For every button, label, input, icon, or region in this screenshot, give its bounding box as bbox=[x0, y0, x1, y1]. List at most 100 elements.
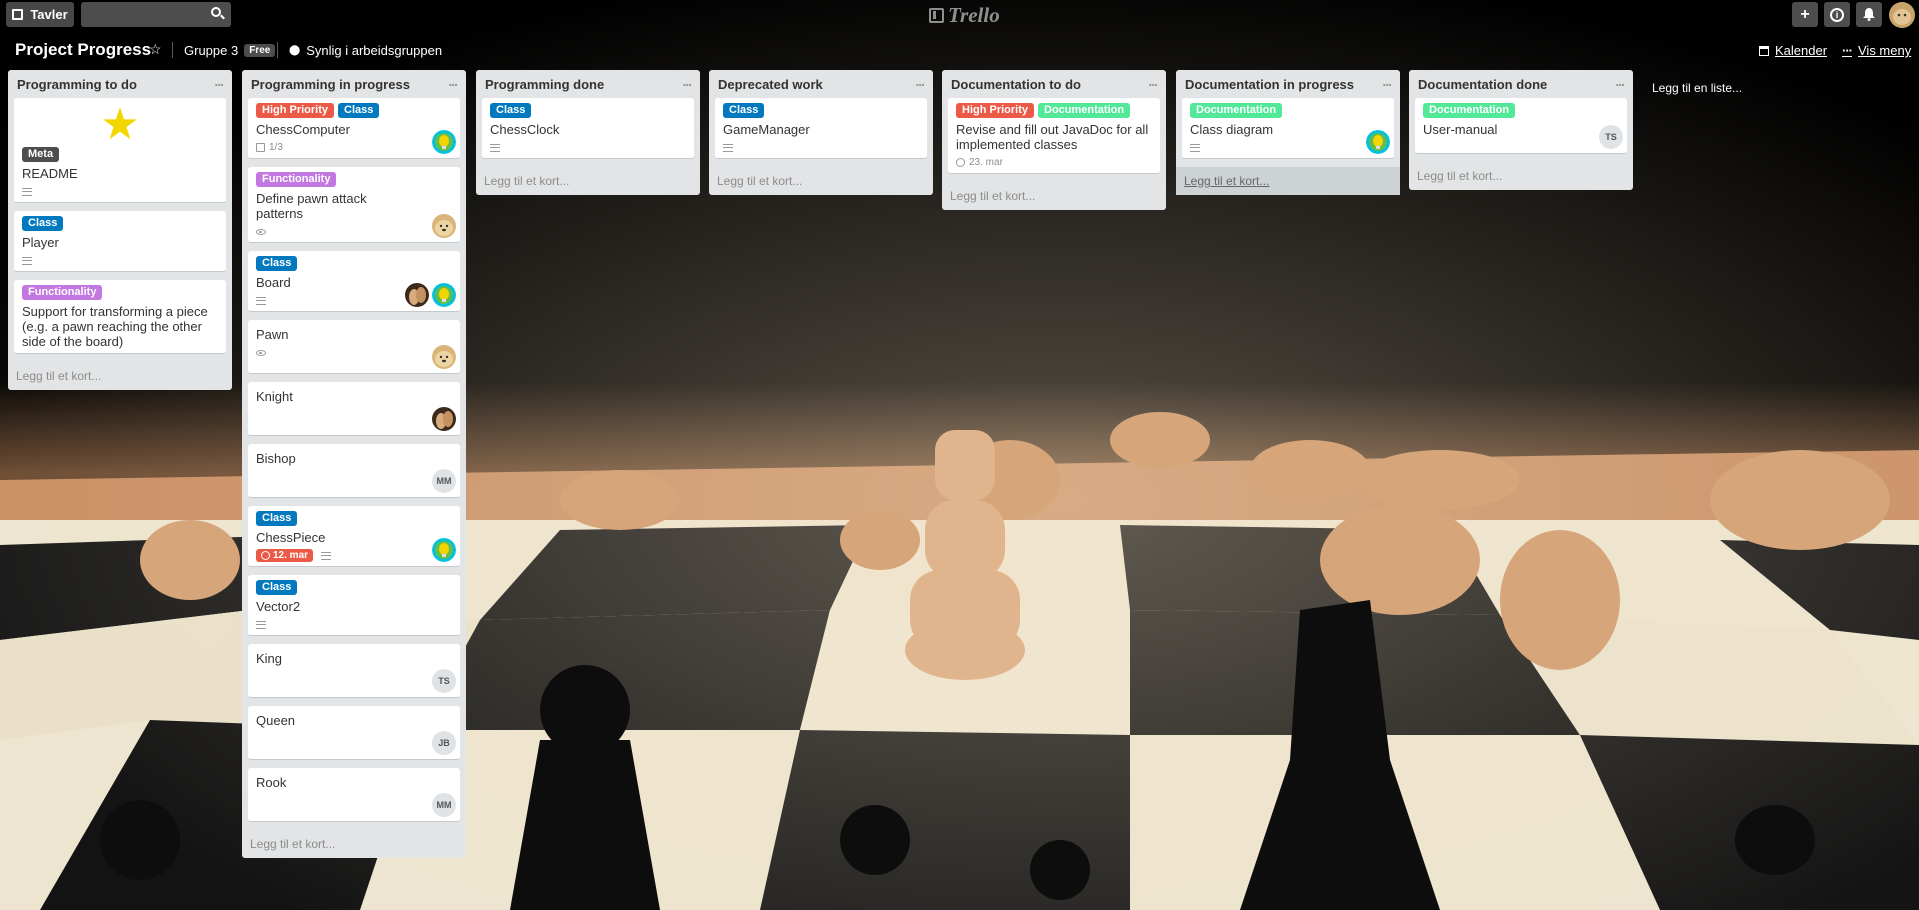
member-avatar[interactable] bbox=[432, 283, 456, 307]
card[interactable]: Documentation Class diagram bbox=[1182, 98, 1394, 159]
card-title: User-manual bbox=[1423, 122, 1498, 137]
member-avatar[interactable] bbox=[432, 407, 456, 431]
card[interactable]: Queen JB bbox=[248, 706, 460, 760]
board-title[interactable]: Project Progress bbox=[15, 40, 151, 60]
card[interactable]: Class Vector2 bbox=[248, 575, 460, 636]
card[interactable]: Bishop MM bbox=[248, 444, 460, 498]
member-initials[interactable]: TS bbox=[432, 669, 456, 693]
list-title[interactable]: Programming to do bbox=[17, 77, 137, 92]
card-label: Class bbox=[22, 216, 64, 231]
team-button[interactable]: Gruppe 3 Free bbox=[184, 43, 276, 58]
card-members: MM bbox=[432, 793, 456, 817]
member-avatar-me[interactable] bbox=[1889, 2, 1915, 28]
list-title[interactable]: Programming in progress bbox=[251, 77, 410, 92]
member-avatar[interactable] bbox=[432, 538, 456, 562]
list[interactable]: Documentation to do... High Priority Docum… bbox=[942, 70, 1166, 210]
card-labels: Class bbox=[490, 103, 686, 118]
team-name: Gruppe 3 bbox=[184, 43, 239, 58]
list-menu-icon[interactable]: ... bbox=[214, 74, 224, 94]
card[interactable]: Functionality Define pawn attack patterns bbox=[248, 167, 460, 243]
list[interactable]: Documentation done... Documentation User-m… bbox=[1409, 70, 1633, 190]
list-menu-icon[interactable]: ... bbox=[915, 74, 925, 94]
member-avatar[interactable] bbox=[432, 130, 456, 154]
member-avatar[interactable] bbox=[432, 345, 456, 369]
list-title[interactable]: Deprecated work bbox=[718, 77, 823, 92]
add-card-button[interactable]: Legg til et kort... bbox=[14, 362, 226, 390]
show-menu-label: Vis meny bbox=[1858, 43, 1912, 58]
card-badges bbox=[256, 618, 452, 631]
list-header[interactable]: Deprecated work... bbox=[715, 70, 927, 98]
list-title[interactable]: Documentation done bbox=[1418, 77, 1547, 92]
show-menu-button[interactable]: ··· Vis meny bbox=[1842, 43, 1911, 58]
member-initials[interactable]: MM bbox=[432, 469, 456, 493]
card[interactable]: Functionality Support for transforming a … bbox=[14, 280, 226, 354]
list-header[interactable]: Documentation done... bbox=[1415, 70, 1627, 98]
calendar-button[interactable]: Kalender bbox=[1759, 43, 1827, 58]
list[interactable]: Programming in progress... High Priority C… bbox=[242, 70, 466, 858]
list-menu-icon[interactable]: ... bbox=[682, 74, 692, 94]
list-menu-icon[interactable]: ... bbox=[1615, 74, 1625, 94]
list-title[interactable]: Documentation in progress bbox=[1185, 77, 1354, 92]
notifications-button[interactable] bbox=[1856, 2, 1882, 27]
trello-logo[interactable]: Trello bbox=[929, 3, 1000, 27]
card-title: ChessComputer bbox=[256, 122, 350, 137]
card[interactable]: ★ Meta README bbox=[14, 98, 226, 203]
card[interactable]: Rook MM bbox=[248, 768, 460, 822]
add-list-button[interactable]: Legg til en liste... bbox=[1652, 81, 1742, 95]
list[interactable]: Programming to do... ★ Meta README Class Play… bbox=[8, 70, 232, 390]
add-card-button[interactable]: Legg til et kort... bbox=[1176, 167, 1400, 195]
add-card-button[interactable]: Legg til et kort... bbox=[248, 830, 460, 858]
card-title: King bbox=[256, 651, 283, 666]
member-avatar[interactable] bbox=[1366, 130, 1390, 154]
card[interactable]: Knight bbox=[248, 382, 460, 436]
member-avatar[interactable] bbox=[405, 283, 429, 307]
card-title: Pawn bbox=[256, 327, 289, 342]
card[interactable]: Documentation User-manual TS bbox=[1415, 98, 1627, 154]
description-icon bbox=[723, 143, 733, 152]
list-menu-icon[interactable]: ... bbox=[1148, 74, 1158, 94]
add-card-button[interactable]: Legg til et kort... bbox=[715, 167, 927, 195]
list-header[interactable]: Programming in progress... bbox=[248, 70, 460, 98]
list-title[interactable]: Programming done bbox=[485, 77, 604, 92]
add-card-button[interactable]: Legg til et kort... bbox=[1415, 162, 1627, 190]
card-label: Meta bbox=[22, 147, 60, 162]
add-button[interactable]: + bbox=[1792, 2, 1818, 27]
star-icon[interactable]: ☆ bbox=[149, 41, 162, 58]
header-divider bbox=[172, 42, 173, 58]
card[interactable]: Class ChessPiece 12. mar bbox=[248, 506, 460, 567]
card[interactable]: Class Board bbox=[248, 251, 460, 312]
list[interactable]: Deprecated work... Class GameManager Legg t… bbox=[709, 70, 933, 195]
card-title: Revise and fill out JavaDoc for all impl… bbox=[956, 122, 1149, 152]
list-menu-icon[interactable]: ... bbox=[448, 74, 458, 94]
member-initials[interactable]: TS bbox=[1599, 125, 1623, 149]
list-header[interactable]: Programming done... bbox=[482, 70, 694, 98]
list-header[interactable]: Documentation in progress... bbox=[1182, 70, 1394, 98]
card[interactable]: Pawn bbox=[248, 320, 460, 374]
header-divider bbox=[277, 42, 278, 58]
star-sticker-icon: ★ bbox=[100, 100, 140, 149]
card-title: GameManager bbox=[723, 122, 810, 137]
boards-button[interactable]: Tavler bbox=[6, 2, 74, 27]
card-labels: Class bbox=[256, 256, 452, 271]
visibility-button[interactable]: ⬤ Synlig i arbeidsgruppen bbox=[289, 43, 442, 58]
member-avatar[interactable] bbox=[432, 214, 456, 238]
member-initials[interactable]: JB bbox=[432, 731, 456, 755]
plus-icon: + bbox=[1800, 5, 1810, 23]
list-header[interactable]: Documentation to do... bbox=[948, 70, 1160, 98]
info-button[interactable]: i bbox=[1824, 2, 1850, 27]
list-menu-icon[interactable]: ... bbox=[1382, 74, 1392, 94]
card[interactable]: King TS bbox=[248, 644, 460, 698]
card[interactable]: Class Player bbox=[14, 211, 226, 272]
list[interactable]: Documentation in progress... Documentatio… bbox=[1176, 70, 1400, 195]
card[interactable]: High Priority Documentation Revise and fil… bbox=[948, 98, 1160, 174]
add-card-button[interactable]: Legg til et kort... bbox=[482, 167, 694, 195]
add-card-button[interactable]: Legg til et kort... bbox=[948, 182, 1160, 210]
list-title[interactable]: Documentation to do bbox=[951, 77, 1081, 92]
list[interactable]: Programming done... Class ChessClock Legg t… bbox=[476, 70, 700, 195]
card[interactable]: High Priority Class ChessComputer 1/3 bbox=[248, 98, 460, 159]
list-header[interactable]: Programming to do... bbox=[14, 70, 226, 98]
card[interactable]: Class ChessClock bbox=[482, 98, 694, 159]
search-input[interactable] bbox=[81, 2, 231, 27]
card[interactable]: Class GameManager bbox=[715, 98, 927, 159]
member-initials[interactable]: MM bbox=[432, 793, 456, 817]
